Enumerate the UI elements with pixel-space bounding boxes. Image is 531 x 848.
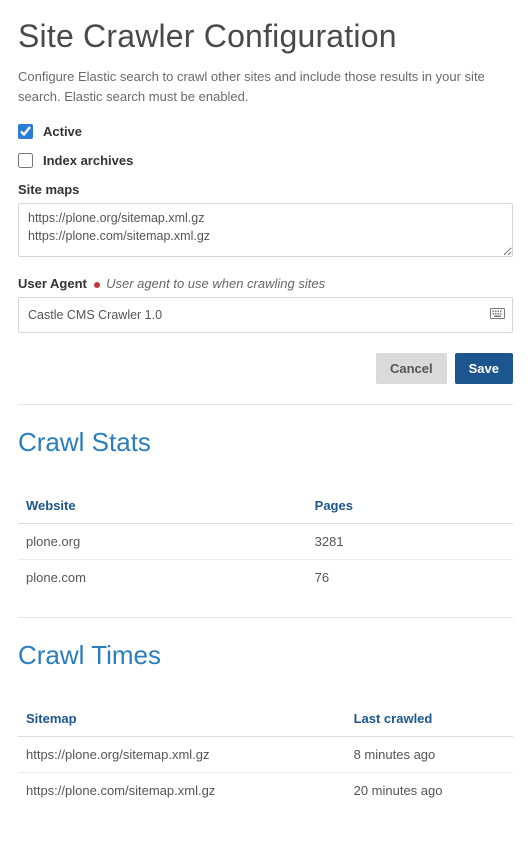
cell-sitemap: https://plone.org/sitemap.xml.gz xyxy=(18,737,346,773)
cell-sitemap: https://plone.com/sitemap.xml.gz xyxy=(18,773,346,809)
required-indicator-icon xyxy=(94,282,100,288)
cell-website: plone.org xyxy=(18,524,307,560)
user-agent-label: User Agent xyxy=(18,276,87,291)
col-last-crawled: Last crawled xyxy=(346,701,513,737)
active-label: Active xyxy=(43,124,82,139)
user-agent-input[interactable] xyxy=(18,297,513,333)
sitemaps-label: Site maps xyxy=(18,182,513,197)
col-pages: Pages xyxy=(307,488,513,524)
index-archives-label: Index archives xyxy=(43,153,133,168)
cell-last-crawled: 20 minutes ago xyxy=(346,773,513,809)
cell-last-crawled: 8 minutes ago xyxy=(346,737,513,773)
save-button[interactable]: Save xyxy=(455,353,513,384)
crawl-times-table: Sitemap Last crawled https://plone.org/s… xyxy=(18,701,513,808)
active-checkbox[interactable] xyxy=(18,124,33,139)
col-sitemap: Sitemap xyxy=(18,701,346,737)
cell-website: plone.com xyxy=(18,560,307,596)
divider xyxy=(18,617,513,618)
index-archives-row: Index archives xyxy=(18,153,513,168)
active-row: Active xyxy=(18,124,513,139)
crawl-stats-table: Website Pages plone.org 3281 plone.com 7… xyxy=(18,488,513,595)
divider xyxy=(18,404,513,405)
user-agent-label-wrap: User Agent User agent to use when crawli… xyxy=(18,276,513,291)
table-row: https://plone.org/sitemap.xml.gz 8 minut… xyxy=(18,737,513,773)
index-archives-checkbox[interactable] xyxy=(18,153,33,168)
table-row: https://plone.com/sitemap.xml.gz 20 minu… xyxy=(18,773,513,809)
table-row: plone.org 3281 xyxy=(18,524,513,560)
cell-pages: 76 xyxy=(307,560,513,596)
cell-pages: 3281 xyxy=(307,524,513,560)
keyboard-icon xyxy=(490,306,505,324)
button-row: Cancel Save xyxy=(18,353,513,384)
user-agent-group: User Agent User agent to use when crawli… xyxy=(18,276,513,333)
crawl-stats-heading: Crawl Stats xyxy=(18,427,513,458)
table-row: plone.com 76 xyxy=(18,560,513,596)
cancel-button[interactable]: Cancel xyxy=(376,353,447,384)
page-title: Site Crawler Configuration xyxy=(18,18,513,55)
page-description: Configure Elastic search to crawl other … xyxy=(18,67,513,106)
user-agent-hint: User agent to use when crawling sites xyxy=(106,276,325,291)
col-website: Website xyxy=(18,488,307,524)
crawl-times-heading: Crawl Times xyxy=(18,640,513,671)
sitemaps-group: Site maps https://plone.org/sitemap.xml.… xyxy=(18,182,513,262)
sitemaps-textarea[interactable]: https://plone.org/sitemap.xml.gz https:/… xyxy=(18,203,513,257)
